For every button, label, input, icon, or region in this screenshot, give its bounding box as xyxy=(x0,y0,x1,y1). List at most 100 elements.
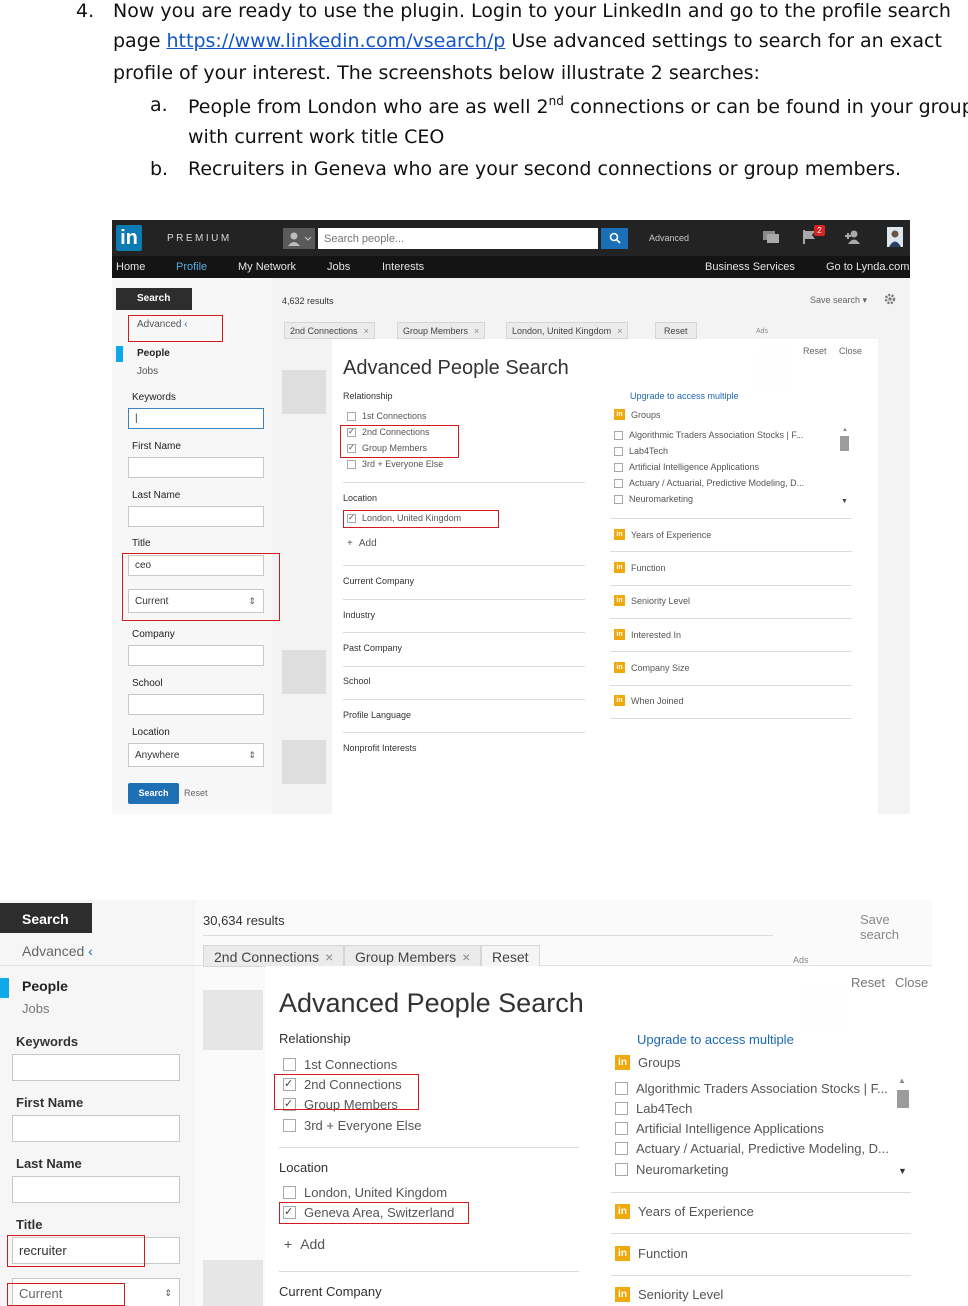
function-section[interactable]: in Function xyxy=(615,1246,688,1261)
checkbox-icon[interactable] xyxy=(283,1119,296,1132)
checkbox-icon[interactable] xyxy=(615,1142,628,1155)
keywords-input[interactable] xyxy=(12,1054,180,1081)
school-section[interactable]: School xyxy=(343,676,371,686)
nav-home[interactable]: Home xyxy=(116,261,145,273)
modal-reset-link[interactable]: Reset xyxy=(851,975,885,990)
checkbox-london[interactable]: London, United Kingdom xyxy=(283,1185,447,1200)
add-location-button[interactable]: + Add xyxy=(347,538,377,549)
vertical-jobs[interactable]: Jobs xyxy=(22,1001,49,1016)
checkbox-3rd-everyone[interactable]: 3rd + Everyone Else xyxy=(347,459,443,469)
scroll-up-icon[interactable]: ▲ xyxy=(898,1076,906,1085)
company-input[interactable] xyxy=(128,645,264,666)
checkbox-icon[interactable] xyxy=(614,478,623,488)
linkedin-logo[interactable]: in xyxy=(116,225,142,251)
location-select[interactable]: Anywhere ⇕ xyxy=(128,743,264,767)
first-name-input[interactable] xyxy=(128,457,264,478)
checkbox-icon[interactable] xyxy=(615,1102,628,1115)
checkbox-1st-connections[interactable]: 1st Connections xyxy=(347,411,427,421)
interested-in-section[interactable]: in Interested In xyxy=(614,629,681,640)
checkbox-icon[interactable] xyxy=(615,1082,628,1095)
search-button[interactable] xyxy=(601,228,628,249)
filter-pill[interactable]: 2nd Connections × xyxy=(284,322,375,339)
checkbox-1st-connections[interactable]: 1st Connections xyxy=(283,1057,397,1072)
group-option[interactable]: Neuromarketing xyxy=(615,1162,729,1177)
last-name-input[interactable] xyxy=(128,506,264,527)
remove-filter-icon[interactable]: × xyxy=(462,949,470,965)
remove-filter-icon[interactable]: × xyxy=(474,326,479,336)
group-option[interactable]: Artificial Intelligence Applications xyxy=(615,1121,824,1136)
group-option[interactable]: Lab4Tech xyxy=(615,1101,692,1116)
save-search-link[interactable]: Save search ▾ xyxy=(810,295,867,306)
left-reset-link[interactable]: Reset xyxy=(184,788,208,798)
filter-pill[interactable]: Group Members × xyxy=(344,945,482,967)
search-tab[interactable]: Search xyxy=(116,288,192,310)
checkbox-icon[interactable] xyxy=(347,459,356,469)
checkbox-icon[interactable] xyxy=(615,1122,628,1135)
vertical-jobs[interactable]: Jobs xyxy=(137,366,158,377)
seniority-section[interactable]: in Seniority Level xyxy=(614,595,690,606)
group-option[interactable]: Actuary / Actuarial, Predictive Modeling… xyxy=(615,1141,889,1156)
group-option[interactable]: Lab4Tech xyxy=(614,446,668,456)
group-option[interactable]: Actuary / Actuarial, Predictive Modeling… xyxy=(614,478,804,488)
vertical-people[interactable]: People xyxy=(22,978,68,994)
past-company-section[interactable]: Past Company xyxy=(343,643,402,653)
first-name-input[interactable] xyxy=(12,1115,180,1142)
company-size-section[interactable]: in Company Size xyxy=(614,662,690,673)
nonprofit-interests-section[interactable]: Nonprofit Interests xyxy=(343,743,417,753)
upgrade-link[interactable]: Upgrade to access multiple xyxy=(637,1032,794,1047)
left-search-button[interactable]: Search xyxy=(128,783,179,804)
keywords-input[interactable]: | xyxy=(128,408,264,429)
filters-reset-button[interactable]: Reset xyxy=(481,945,540,967)
upgrade-link[interactable]: Upgrade to access multiple xyxy=(630,391,739,401)
save-search-link[interactable]: Save search xyxy=(860,912,932,942)
modal-close-link[interactable]: Close xyxy=(839,346,862,356)
nav-my-network[interactable]: My Network xyxy=(238,261,296,273)
group-option[interactable]: Algorithmic Traders Association Stocks |… xyxy=(615,1081,888,1096)
vertical-people[interactable]: People xyxy=(137,348,170,359)
filter-pill[interactable]: Group Members × xyxy=(397,322,486,339)
school-input[interactable] xyxy=(128,694,264,715)
years-experience-section[interactable]: in Years of Experience xyxy=(614,529,711,540)
remove-filter-icon[interactable]: × xyxy=(364,326,369,336)
checkbox-icon[interactable] xyxy=(283,1058,296,1071)
messages-icon[interactable] xyxy=(762,229,780,249)
remove-filter-icon[interactable]: × xyxy=(617,326,622,336)
checkbox-icon[interactable] xyxy=(283,1186,296,1199)
scroll-down-icon[interactable]: ▼ xyxy=(898,1166,907,1176)
function-section[interactable]: in Function xyxy=(614,562,666,573)
people-search-type-icon[interactable] xyxy=(283,228,315,249)
filters-reset-button[interactable]: Reset xyxy=(655,322,697,339)
filter-pill[interactable]: 2nd Connections × xyxy=(203,945,345,967)
industry-section[interactable]: Industry xyxy=(343,610,375,620)
when-joined-section[interactable]: in When Joined xyxy=(614,695,684,706)
nav-business-services[interactable]: Business Services xyxy=(705,261,795,273)
checkbox-icon[interactable] xyxy=(614,494,623,504)
nav-jobs[interactable]: Jobs xyxy=(327,261,350,273)
current-company-section[interactable]: Current Company xyxy=(279,1284,382,1299)
nav-profile[interactable]: Profile xyxy=(176,261,207,273)
checkbox-icon[interactable] xyxy=(347,411,356,421)
vsearch-link[interactable]: https://www.linkedin.com/vsearch/p xyxy=(167,30,506,52)
last-name-input[interactable] xyxy=(12,1176,180,1203)
modal-close-link[interactable]: Close xyxy=(895,975,928,990)
scrollbar-thumb[interactable] xyxy=(840,436,849,451)
scrollbar-thumb[interactable] xyxy=(897,1090,909,1108)
remove-filter-icon[interactable]: × xyxy=(325,949,333,965)
seniority-section[interactable]: in Seniority Level xyxy=(615,1287,723,1302)
group-option[interactable]: Neuromarketing xyxy=(614,494,693,504)
years-experience-section[interactable]: in Years of Experience xyxy=(615,1204,754,1219)
profile-photo-icon[interactable] xyxy=(887,227,903,251)
checkbox-icon[interactable] xyxy=(615,1163,628,1176)
nav-interests[interactable]: Interests xyxy=(382,261,424,273)
scroll-up-icon[interactable]: ▲ xyxy=(842,427,848,433)
checkbox-icon[interactable] xyxy=(614,446,623,456)
group-option[interactable]: Algorithmic Traders Association Stocks |… xyxy=(614,430,803,440)
scroll-down-icon[interactable]: ▼ xyxy=(841,498,848,505)
profile-language-section[interactable]: Profile Language xyxy=(343,710,411,720)
advanced-toggle[interactable]: Advanced ‹ xyxy=(22,943,93,959)
add-location-button[interactable]: + Add xyxy=(284,1236,325,1252)
search-tab[interactable]: Search xyxy=(0,903,92,933)
checkbox-icon[interactable] xyxy=(614,430,623,440)
add-connections-icon[interactable] xyxy=(844,229,862,249)
top-search-input[interactable] xyxy=(318,228,598,249)
